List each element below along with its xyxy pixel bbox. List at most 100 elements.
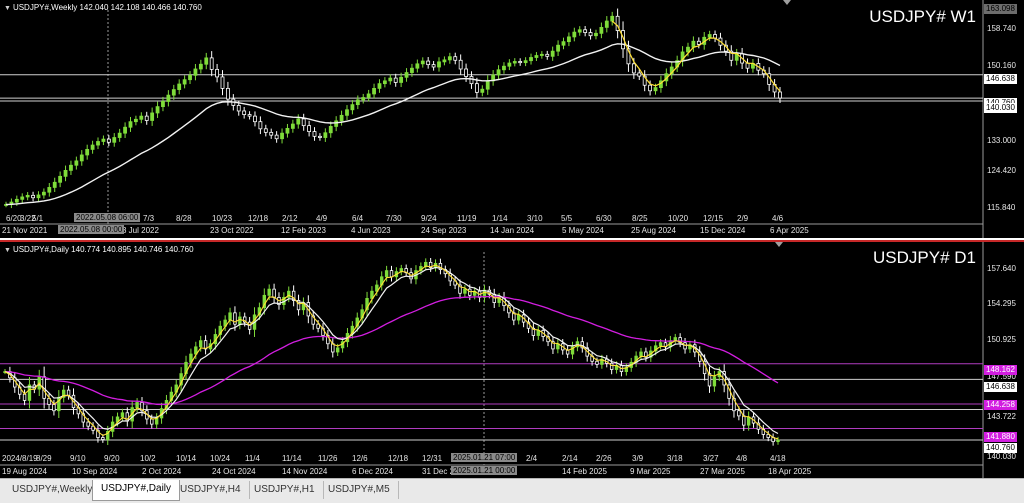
tab-usdjpy-h4[interactable]: USDJPY#,H4 — [172, 481, 250, 499]
time-axis-bottom-label: 6 Dec 2024 — [352, 467, 393, 476]
candle-body — [63, 170, 68, 177]
candle-body — [334, 120, 339, 127]
time-axis-bottom-label: 6 Apr 2025 — [770, 226, 809, 235]
weekly-shift-marker-icon[interactable] — [783, 0, 791, 5]
time-axis-bottom-label: 12 Feb 2023 — [281, 226, 326, 235]
candle-body — [561, 41, 566, 46]
price-tag-label: 140.030 — [984, 103, 1017, 113]
candle-body — [238, 316, 242, 325]
candle-body — [550, 50, 555, 57]
time-axis-top-label: 12/18 — [248, 214, 269, 223]
candle-body — [66, 389, 71, 396]
price-tick-label: 124.420 — [987, 166, 1016, 175]
candle-body — [228, 312, 232, 321]
candle-body — [372, 88, 376, 95]
time-axis-top-label: 2024/8/19 — [2, 454, 38, 463]
price-tick-label: 115.840 — [987, 203, 1016, 212]
time-axis-bottom-label: 14 Feb 2025 — [562, 467, 607, 476]
candle-body — [193, 68, 198, 76]
candle-body — [220, 76, 225, 89]
time-axis-top-label: 2/12 — [282, 214, 298, 223]
candle-body — [312, 131, 317, 137]
weekly-chart-pane[interactable]: ▼ USDJPY#,Weekly 142.040 142.108 140.466 … — [0, 0, 1024, 238]
candle-body — [604, 20, 609, 28]
time-axis-top-label: 4/6 — [772, 214, 784, 223]
candle-body — [469, 76, 474, 85]
daily-chart-canvas[interactable] — [0, 242, 1024, 478]
time-axis-top-label: 11/14 — [282, 454, 302, 463]
time-axis-bottom-label: 25 Aug 2024 — [631, 226, 676, 235]
candle-body — [101, 437, 105, 440]
time-axis-bottom-label: 9 Mar 2025 — [630, 467, 671, 476]
candle-body — [707, 34, 712, 38]
candle-body — [267, 288, 271, 296]
collapse-triangle-icon[interactable]: ▼ — [4, 5, 11, 12]
tab-usdjpy-h1[interactable]: USDJPY#,H1 — [246, 481, 324, 499]
time-axis-top-label: 7/30 — [386, 214, 402, 223]
candle-body — [534, 55, 539, 58]
time-axis-top-label: 10/23 — [212, 214, 233, 223]
candle-body — [426, 60, 431, 66]
candle-body — [648, 84, 652, 92]
time-axis-top-label: 3/10 — [527, 214, 543, 223]
candle-body — [52, 404, 56, 412]
tab-usdjpy-daily[interactable]: USDJPY#,Daily — [92, 480, 181, 501]
candle-body — [691, 40, 696, 48]
time-axis-bottom-label: 24 Sep 2023 — [421, 226, 467, 235]
crosshair-time-tag: 2022.05.08 06:00 — [74, 213, 141, 222]
time-axis-top-label: 4/18 — [770, 454, 786, 463]
time-axis-top-label: 9/24 — [421, 214, 437, 223]
candle-body — [742, 415, 746, 426]
candle-body — [496, 69, 501, 76]
time-axis-bottom-label: 27 Mar 2025 — [700, 467, 745, 476]
candle-body — [556, 44, 560, 52]
candle-body — [69, 164, 73, 171]
chart-tab-strip: USDJPY#,Weekly USDJPY#,Daily USDJPY#,H4 … — [0, 478, 1024, 503]
daily-info-line: ▼ USDJPY#,Daily 140.774 140.895 140.746 1… — [4, 245, 194, 254]
candle-body — [583, 29, 588, 33]
candle-body — [150, 418, 154, 425]
time-axis-top-label: 2/14 — [562, 454, 578, 463]
candle-body — [776, 439, 780, 443]
candle-body — [746, 416, 751, 426]
time-axis-top-label: 1/14 — [492, 214, 508, 223]
candle-body — [393, 77, 398, 83]
candle-body — [350, 104, 355, 111]
price-tag-label: 148.162 — [984, 365, 1017, 375]
candle-body — [335, 347, 340, 353]
candle-body — [453, 56, 458, 61]
daily-shift-marker-icon[interactable] — [775, 242, 783, 247]
time-axis-top-label: 6/30 — [596, 214, 612, 223]
time-axis-top-label: 12/31 — [422, 454, 443, 463]
daily-symbol-title: USDJPY# D1 — [873, 248, 976, 267]
candle-body — [135, 402, 139, 409]
candle-body — [150, 112, 155, 121]
collapse-triangle-icon[interactable]: ▼ — [4, 247, 11, 254]
time-axis-top-label: 4/9 — [316, 214, 328, 223]
daily-ohlc-text: USDJPY#,Daily 140.774 140.895 140.746 14… — [12, 245, 194, 254]
candle-body — [22, 393, 27, 401]
candle-body — [361, 97, 366, 101]
candle-body — [658, 342, 663, 347]
candle-body — [474, 83, 479, 93]
candle-body — [637, 72, 642, 77]
candle-body — [529, 57, 533, 62]
tab-usdjpy-weekly[interactable]: USDJPY#,Weekly — [4, 481, 102, 499]
candle-body — [301, 118, 306, 127]
candle-body — [712, 376, 717, 387]
candle-body — [290, 123, 295, 129]
weekly-chart-canvas[interactable] — [0, 0, 1024, 238]
time-axis-top-label: 2/26 — [596, 454, 612, 463]
candle-body — [567, 36, 571, 43]
time-axis-bottom-label: 5 May 2024 — [562, 226, 604, 235]
candle-body — [280, 132, 284, 140]
candle-body — [384, 270, 389, 278]
moving-average-white — [4, 266, 779, 435]
time-axis-top-label: 11/19 — [457, 214, 477, 223]
candle-body — [778, 91, 782, 99]
tab-usdjpy-m5[interactable]: USDJPY#,M5 — [320, 481, 399, 499]
daily-chart-pane[interactable]: ▼ USDJPY#,Daily 140.774 140.895 140.746 1… — [0, 240, 1024, 478]
crosshair-time-tag: 2025.01.21 00:00 — [451, 466, 518, 475]
candle-body — [74, 160, 79, 166]
price-tag-label: 141.880 — [984, 432, 1017, 442]
